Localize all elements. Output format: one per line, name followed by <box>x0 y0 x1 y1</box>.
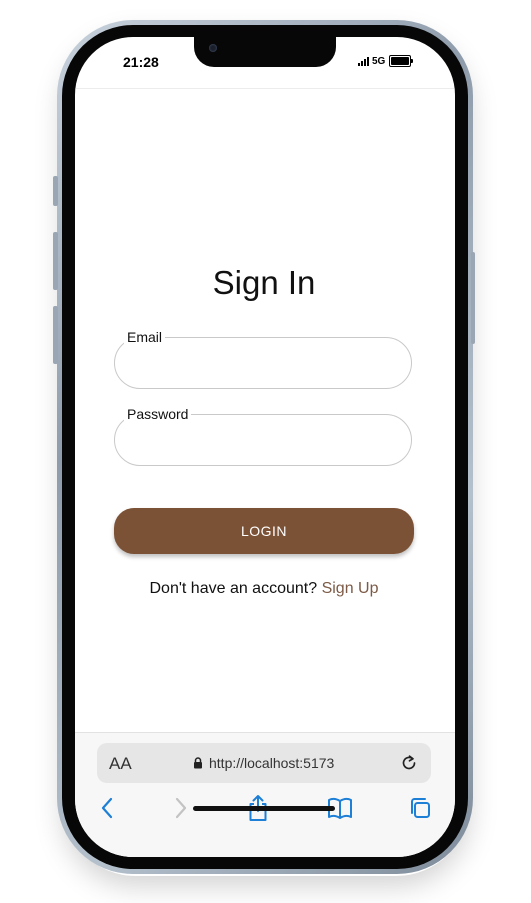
volume-down-button <box>53 306 58 364</box>
network-type: 5G <box>372 55 386 67</box>
reload-icon[interactable] <box>399 753 419 778</box>
notch <box>194 37 336 67</box>
volume-up-button <box>53 232 58 290</box>
signup-prompt: Don't have an account? <box>149 580 318 597</box>
phone-screen: 21:28 5G Sign In Email Password LOGIN Do… <box>75 37 455 857</box>
login-button[interactable]: LOGIN <box>114 508 414 554</box>
status-divider <box>75 88 455 89</box>
home-indicator <box>193 806 335 811</box>
browser-toolbar: AA http://localhost:5173 <box>75 732 455 857</box>
back-icon[interactable] <box>92 793 122 823</box>
email-field-group: Email <box>114 329 412 389</box>
password-field-group: Password <box>114 406 412 466</box>
forward-icon[interactable] <box>166 793 196 823</box>
battery-icon <box>389 55 414 67</box>
power-button <box>471 252 475 344</box>
front-camera <box>209 44 217 52</box>
tabs-icon[interactable] <box>405 793 435 823</box>
url-text: http://localhost:5173 <box>209 755 335 771</box>
lock-icon <box>193 756 203 774</box>
password-label: Password <box>124 406 192 422</box>
signal-icon <box>358 56 369 66</box>
status-time: 21:28 <box>123 54 159 70</box>
mute-switch <box>53 176 58 206</box>
email-label: Email <box>124 329 166 345</box>
signup-link[interactable]: Sign Up <box>322 580 379 597</box>
signup-prompt-row: Don't have an account? Sign Up <box>75 580 453 598</box>
address-bar[interactable]: AA http://localhost:5173 <box>97 743 431 783</box>
page-title: Sign In <box>212 264 316 301</box>
status-indicators: 5G <box>358 54 414 68</box>
text-size-button[interactable]: AA <box>109 754 132 774</box>
